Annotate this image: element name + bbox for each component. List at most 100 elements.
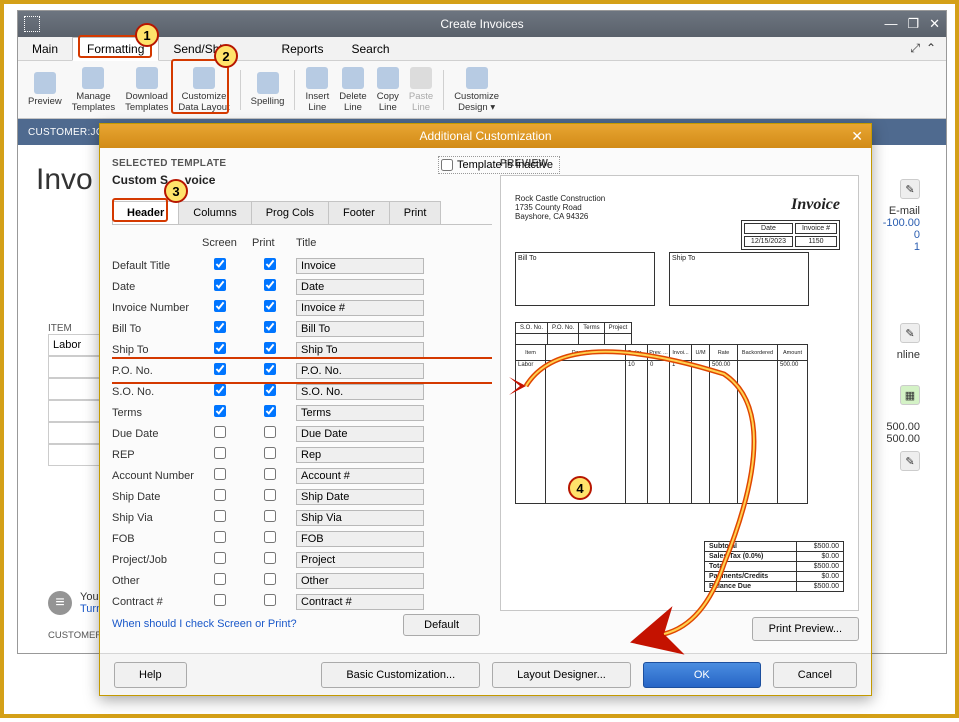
print-checkbox[interactable]	[264, 489, 276, 501]
toolbar-customize-data-layout[interactable]: CustomizeData Layout	[174, 65, 233, 115]
help-button[interactable]: Help	[114, 662, 187, 688]
minimize-icon[interactable]: —	[884, 16, 897, 32]
print-preview-button[interactable]: Print Preview...	[752, 617, 859, 641]
item-cell[interactable]: Labor	[48, 334, 102, 356]
print-checkbox[interactable]	[264, 468, 276, 480]
cancel-button[interactable]: Cancel	[773, 662, 857, 688]
layout-designer-button[interactable]: Layout Designer...	[492, 662, 631, 688]
title-input[interactable]	[296, 468, 424, 484]
expand-icon[interactable]: ⤢	[910, 41, 920, 56]
screen-checkbox[interactable]	[214, 594, 226, 606]
title-input[interactable]	[296, 300, 424, 316]
field-label: Date	[112, 281, 202, 293]
screen-checkbox[interactable]	[214, 321, 226, 333]
toolbar-customize-design[interactable]: CustomizeDesign ▾	[450, 65, 503, 115]
screen-checkbox[interactable]	[214, 342, 226, 354]
template-inactive-checkbox[interactable]	[441, 159, 453, 171]
print-checkbox[interactable]	[264, 321, 276, 333]
tab-search[interactable]: Search	[337, 38, 403, 60]
screen-checkbox[interactable]	[214, 447, 226, 459]
item-cell[interactable]	[48, 378, 102, 400]
screen-checkbox[interactable]	[214, 426, 226, 438]
title-input[interactable]	[296, 321, 424, 337]
screen-checkbox[interactable]	[214, 258, 226, 270]
default-button[interactable]: Default	[403, 614, 480, 636]
item-cell[interactable]	[48, 444, 102, 466]
screen-checkbox[interactable]	[214, 552, 226, 564]
tab-header[interactable]: Header	[112, 201, 179, 224]
item-cell[interactable]	[48, 422, 102, 444]
ok-button[interactable]: OK	[643, 662, 761, 688]
title-input[interactable]	[296, 426, 424, 442]
title-input[interactable]	[296, 279, 424, 295]
tab-print[interactable]: Print	[390, 201, 442, 224]
print-checkbox[interactable]	[264, 279, 276, 291]
title-input[interactable]	[296, 489, 424, 505]
screen-checkbox[interactable]	[214, 300, 226, 312]
print-checkbox[interactable]	[264, 384, 276, 396]
print-checkbox[interactable]	[264, 594, 276, 606]
title-input[interactable]	[296, 447, 424, 463]
title-input[interactable]	[296, 258, 424, 274]
amount-500: 500.00	[872, 421, 920, 433]
edit-icon[interactable]: ✎	[900, 323, 920, 343]
print-checkbox[interactable]	[264, 258, 276, 270]
toolbar-manage-templates[interactable]: ManageTemplates	[68, 65, 119, 115]
screen-checkbox[interactable]	[214, 573, 226, 585]
field-label: Ship To	[112, 344, 202, 356]
screen-checkbox[interactable]	[214, 279, 226, 291]
field-row: Bill To	[112, 318, 492, 339]
screen-checkbox[interactable]	[214, 531, 226, 543]
toolbar-preview[interactable]: Preview	[24, 70, 66, 109]
screen-print-help-link[interactable]: When should I check Screen or Print?	[112, 618, 297, 630]
basic-customization-button[interactable]: Basic Customization...	[321, 662, 480, 688]
screen-checkbox[interactable]	[214, 363, 226, 375]
print-checkbox[interactable]	[264, 300, 276, 312]
title-input[interactable]	[296, 363, 424, 379]
maximize-icon[interactable]: ❐	[907, 16, 919, 32]
print-checkbox[interactable]	[264, 426, 276, 438]
screen-checkbox[interactable]	[214, 489, 226, 501]
screen-checkbox[interactable]	[214, 405, 226, 417]
toolbar-spelling[interactable]: Spelling	[247, 70, 289, 109]
field-row: Terms	[112, 402, 492, 423]
title-input[interactable]	[296, 510, 424, 526]
print-checkbox[interactable]	[264, 531, 276, 543]
col-screen: Screen	[202, 237, 252, 249]
title-input[interactable]	[296, 405, 424, 421]
print-checkbox[interactable]	[264, 342, 276, 354]
tab-footer[interactable]: Footer	[329, 201, 390, 224]
edit-icon[interactable]: ✎	[900, 451, 920, 471]
title-input[interactable]	[296, 594, 424, 610]
screen-checkbox[interactable]	[214, 468, 226, 480]
toolbar-insert-line[interactable]: InsertLine	[301, 65, 333, 115]
item-cell[interactable]	[48, 356, 102, 378]
print-checkbox[interactable]	[264, 552, 276, 564]
excel-icon[interactable]: ▦	[900, 385, 920, 405]
print-checkbox[interactable]	[264, 447, 276, 459]
print-checkbox[interactable]	[264, 510, 276, 522]
print-checkbox[interactable]	[264, 573, 276, 585]
tab-main[interactable]: Main	[18, 38, 72, 60]
title-input[interactable]	[296, 384, 424, 400]
edit-icon[interactable]: ✎	[900, 179, 920, 199]
dialog-close-icon[interactable]: ✕	[851, 128, 863, 145]
title-input[interactable]	[296, 342, 424, 358]
chevron-down-icon[interactable]: ⌃	[926, 41, 936, 56]
print-checkbox[interactable]	[264, 405, 276, 417]
item-cell[interactable]	[48, 400, 102, 422]
template-inactive-toggle[interactable]: Template is inactive	[438, 156, 560, 174]
screen-checkbox[interactable]	[214, 510, 226, 522]
tab-prog-cols[interactable]: Prog Cols	[252, 201, 329, 224]
toolbar-download-templates[interactable]: DownloadTemplates	[121, 65, 172, 115]
title-input[interactable]	[296, 552, 424, 568]
screen-checkbox[interactable]	[214, 384, 226, 396]
print-checkbox[interactable]	[264, 363, 276, 375]
title-input[interactable]	[296, 531, 424, 547]
toolbar-copy-line[interactable]: CopyLine	[373, 65, 403, 115]
title-input[interactable]	[296, 573, 424, 589]
toolbar-delete-line[interactable]: DeleteLine	[335, 65, 370, 115]
tab-reports[interactable]: Reports	[267, 38, 337, 60]
tab-columns[interactable]: Columns	[179, 201, 251, 224]
close-icon[interactable]: ✕	[929, 16, 940, 32]
